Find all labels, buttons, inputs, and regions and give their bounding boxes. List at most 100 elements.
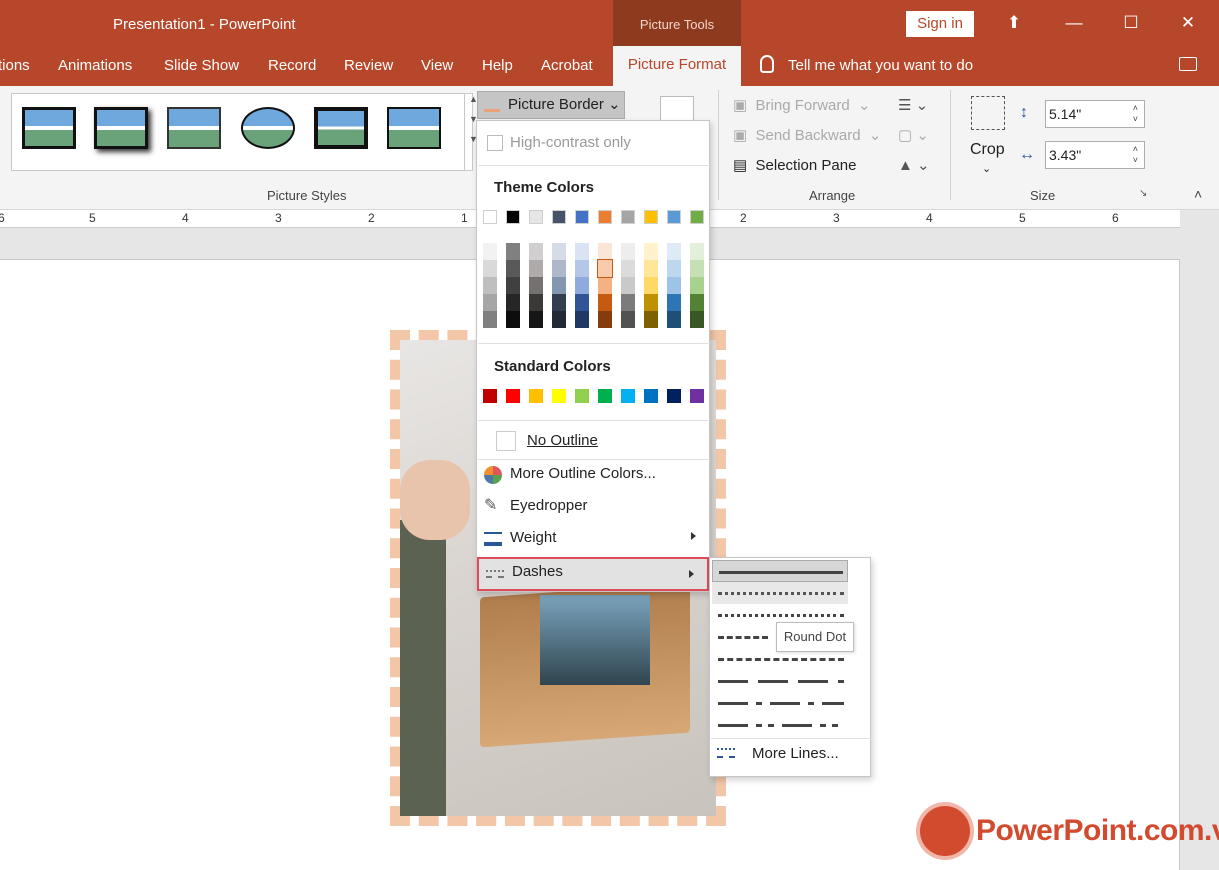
picture-style-thumb[interactable] (167, 107, 221, 149)
size-dialog-launcher-icon[interactable]: ↘ (1139, 188, 1147, 199)
dash-option-long-dash-dot-dot[interactable] (712, 714, 848, 736)
theme-shade-swatch[interactable] (506, 311, 520, 328)
tab-transitions[interactable]: tions (0, 57, 30, 74)
dash-option-round-dot[interactable] (712, 582, 848, 604)
theme-shade-swatch[interactable] (529, 260, 543, 277)
picture-style-thumb[interactable] (241, 107, 295, 149)
collapse-ribbon-icon[interactable]: ˄ (1194, 186, 1202, 202)
standard-color-swatch[interactable] (644, 389, 658, 403)
sign-in-button[interactable]: Sign in (906, 11, 974, 37)
theme-shade-swatch[interactable] (506, 277, 520, 294)
theme-shade-swatch[interactable] (598, 311, 612, 328)
theme-shade-swatch[interactable] (644, 260, 658, 277)
theme-shade-swatch[interactable] (552, 243, 566, 260)
theme-shade-swatch[interactable] (506, 260, 520, 277)
theme-shade-swatch[interactable] (597, 259, 613, 278)
standard-color-swatch[interactable] (529, 389, 543, 403)
theme-shade-swatch[interactable] (575, 260, 589, 277)
tab-animations[interactable]: Animations (58, 57, 132, 74)
tab-slide-show[interactable]: Slide Show (164, 57, 239, 74)
theme-shade-swatch[interactable] (644, 277, 658, 294)
dash-option-long-dash[interactable] (712, 670, 848, 692)
theme-shade-swatch[interactable] (552, 277, 566, 294)
dashes-item[interactable]: Dashes (477, 557, 709, 591)
theme-shade-swatch[interactable] (667, 243, 681, 260)
theme-color-swatch[interactable] (690, 210, 704, 224)
standard-color-swatch[interactable] (575, 389, 589, 403)
theme-shade-swatch[interactable] (483, 294, 497, 311)
width-field[interactable]: 3.43" ˄ ˅ (1045, 141, 1145, 169)
more-lines-item[interactable]: More Lines... (710, 740, 870, 772)
tab-help[interactable]: Help (482, 57, 513, 74)
theme-shade-swatch[interactable] (598, 277, 612, 294)
theme-shade-swatch[interactable] (552, 311, 566, 328)
theme-shade-swatch[interactable] (575, 294, 589, 311)
theme-color-swatch[interactable] (575, 210, 589, 224)
theme-shade-swatch[interactable] (690, 294, 704, 311)
theme-color-swatch[interactable] (598, 210, 612, 224)
theme-shade-swatch[interactable] (667, 311, 681, 328)
send-backward-button[interactable]: ▣ Send Backward ⌄ (733, 126, 881, 144)
theme-shade-swatch[interactable] (644, 311, 658, 328)
close-icon[interactable]: ✕ (1177, 12, 1199, 34)
minimize-icon[interactable]: — (1063, 12, 1085, 34)
theme-shade-swatch[interactable] (644, 243, 658, 260)
tab-picture-format[interactable]: Picture Format (613, 46, 741, 86)
picture-style-thumb[interactable] (94, 107, 148, 149)
theme-shade-swatch[interactable] (483, 260, 497, 277)
standard-color-swatch[interactable] (621, 389, 635, 403)
theme-color-swatch[interactable] (552, 210, 566, 224)
tell-me-search[interactable]: Tell me what you want to do (760, 55, 973, 74)
theme-color-swatch[interactable] (483, 210, 497, 224)
comments-icon[interactable] (1179, 57, 1197, 71)
theme-shade-swatch[interactable] (552, 294, 566, 311)
theme-shade-swatch[interactable] (621, 294, 635, 311)
standard-color-swatch[interactable] (690, 389, 704, 403)
theme-shade-swatch[interactable] (621, 277, 635, 294)
eyedropper-item[interactable]: ✎ Eyedropper (477, 490, 709, 522)
no-outline-item[interactable]: No Outline (477, 425, 709, 457)
tab-acrobat[interactable]: Acrobat (541, 57, 593, 74)
height-spinner[interactable]: ˄ ˅ (1133, 103, 1138, 125)
standard-color-swatch[interactable] (483, 389, 497, 403)
selection-pane-button[interactable]: ▤ Selection Pane (733, 156, 856, 174)
theme-shade-swatch[interactable] (667, 277, 681, 294)
bring-forward-button[interactable]: ▣ Bring Forward ⌄ (733, 96, 871, 114)
align-icon[interactable]: ☰ ⌄ (898, 96, 928, 114)
theme-shade-swatch[interactable] (483, 277, 497, 294)
rotate-icon[interactable]: ▲ ⌄ (898, 156, 930, 174)
theme-shade-swatch[interactable] (529, 311, 543, 328)
theme-shade-swatch[interactable] (575, 277, 589, 294)
dash-option-solid[interactable] (712, 560, 848, 582)
height-field[interactable]: 5.14" ˄ ˅ (1045, 100, 1145, 128)
theme-shade-swatch[interactable] (529, 277, 543, 294)
group-icon[interactable]: ▢ ⌄ (898, 126, 929, 144)
theme-shade-swatch[interactable] (598, 243, 612, 260)
picture-style-thumb[interactable] (314, 107, 368, 149)
theme-shade-swatch[interactable] (552, 260, 566, 277)
picture-style-thumb[interactable] (387, 107, 441, 149)
width-spinner[interactable]: ˄ ˅ (1133, 144, 1138, 166)
tab-record[interactable]: Record (268, 57, 316, 74)
high-contrast-option[interactable]: High-contrast only (477, 127, 709, 159)
theme-shade-swatch[interactable] (506, 243, 520, 260)
weight-item[interactable]: Weight (477, 522, 709, 554)
theme-color-swatch[interactable] (621, 210, 635, 224)
dash-option-long-dash-dot[interactable] (712, 692, 848, 714)
crop-button[interactable]: Crop ⌄ (970, 141, 1005, 177)
theme-shade-swatch[interactable] (690, 277, 704, 294)
theme-color-swatch[interactable] (506, 210, 520, 224)
theme-shade-swatch[interactable] (667, 260, 681, 277)
theme-shade-swatch[interactable] (529, 294, 543, 311)
theme-shade-swatch[interactable] (690, 243, 704, 260)
maximize-icon[interactable]: ☐ (1120, 12, 1142, 34)
standard-color-swatch[interactable] (667, 389, 681, 403)
standard-color-swatch[interactable] (552, 389, 566, 403)
standard-color-swatch[interactable] (598, 389, 612, 403)
theme-shade-swatch[interactable] (575, 243, 589, 260)
theme-shade-swatch[interactable] (621, 311, 635, 328)
theme-shade-swatch[interactable] (621, 260, 635, 277)
theme-shade-swatch[interactable] (529, 243, 543, 260)
theme-shade-swatch[interactable] (575, 311, 589, 328)
theme-shade-swatch[interactable] (667, 294, 681, 311)
